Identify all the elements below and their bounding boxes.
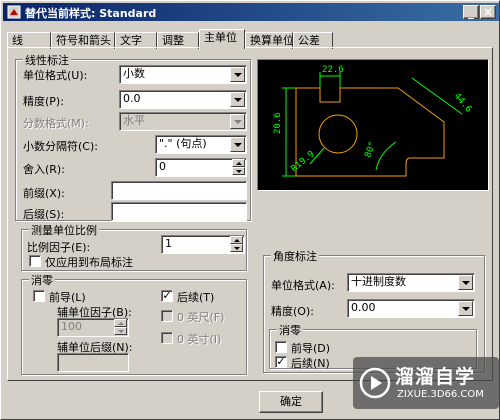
stepper-value: 100 (61, 320, 82, 333)
close-icon: × (482, 5, 494, 19)
angle-trailing-zero-label: 后续(N) (291, 357, 330, 370)
inches-zero-label: 0 英寸(I) (177, 333, 222, 346)
chevron-down-icon[interactable] (230, 137, 245, 152)
spin-up-icon (114, 319, 127, 327)
dim-right-text: 44.6 (452, 92, 474, 115)
select-value: "." (句点) (159, 137, 207, 150)
chevron-down-icon[interactable] (230, 92, 245, 107)
tab-label: 文字 (120, 34, 142, 47)
tab-label: 主单位 (204, 31, 237, 44)
spin-up-icon[interactable] (232, 159, 245, 167)
round-off-label: 舍入(R): (23, 163, 65, 176)
suffix-input[interactable] (111, 202, 247, 221)
tab-label: 换算单位 (250, 34, 294, 47)
checkmark-icon: ✓ (276, 355, 286, 368)
minimize-button[interactable]: _ (463, 5, 479, 19)
ok-button[interactable]: 确定 (259, 391, 323, 413)
dimension-preview-drawing: 22.6 20.6 44.6 80° R19.9 (273, 65, 474, 177)
window-title: 替代当前样式: Standard (25, 7, 157, 20)
button-label: 确定 (280, 395, 302, 408)
spin-down-icon (114, 327, 127, 335)
angle-trailing-zero-checkbox[interactable]: ✓ (275, 356, 287, 368)
spin-down-icon[interactable] (232, 167, 245, 175)
angle-unit-format-label: 单位格式(A): (271, 279, 335, 292)
angle-leading-zero-checkbox[interactable] (275, 341, 287, 353)
checkmark-icon: ✓ (162, 289, 172, 302)
decimal-separator-select[interactable]: "." (句点) (155, 135, 247, 154)
feet-zero-checkbox (161, 310, 173, 322)
prefix-input[interactable] (111, 181, 247, 200)
layout-only-label: 仅应用到布局标注 (45, 256, 133, 269)
select-value: 十进制度数 (351, 275, 406, 288)
spin-up-icon[interactable] (230, 236, 243, 244)
group-title: 角度标注 (271, 248, 319, 264)
scale-factor-stepper[interactable]: 1 (161, 235, 245, 254)
scale-factor-label: 比例因子(E): (27, 241, 91, 254)
select-value: 0.0 (123, 92, 141, 105)
group-title: 消零 (29, 272, 55, 288)
leading-zero-label: 前导(L) (49, 291, 86, 304)
tab-primary-units[interactable]: 主单位 (199, 29, 245, 49)
dim-angle-text: 80° (363, 140, 378, 159)
trailing-zero-checkbox[interactable]: ✓ (161, 290, 173, 302)
suffix-label: 后缀(S): (23, 208, 65, 221)
stepper-value: 1 (165, 237, 172, 250)
title-bar[interactable]: 替代当前样式: Standard _ × (3, 3, 499, 21)
tab-label: 调整 (162, 34, 184, 47)
prefix-label: 前缀(X): (23, 187, 65, 200)
feet-zero-label: 0 英尺(F) (177, 311, 225, 324)
precision-label: 精度(P): (23, 95, 64, 108)
leading-zero-checkbox[interactable] (33, 290, 45, 302)
angle-unit-format-select[interactable]: 十进制度数 (347, 273, 475, 292)
angle-leading-zero-label: 前导(D) (291, 342, 331, 355)
tab-label: 公差 (298, 34, 320, 47)
angle-precision-label: 精度(O): (271, 305, 314, 318)
dimension-style-dialog: 替代当前样式: Standard _ × 线 符号和箭头 文字 调整 主单位 换… (0, 0, 500, 420)
part-hole (318, 114, 358, 154)
chevron-down-icon[interactable] (458, 301, 473, 316)
spin-down-icon[interactable] (230, 244, 243, 252)
dimension-style-icon (7, 5, 21, 19)
watermark-name: 溜溜自学 (395, 366, 476, 388)
select-value: 0.00 (351, 301, 376, 314)
chevron-down-icon (230, 114, 245, 129)
round-off-stepper[interactable]: 0 (155, 158, 247, 177)
minimize-icon: _ (468, 5, 474, 19)
decimal-separator-label: 小数分隔符(C): (23, 140, 98, 153)
chevron-down-icon[interactable] (458, 275, 473, 290)
group-title: 线性标注 (23, 52, 71, 68)
fraction-format-select: 水平 (119, 112, 247, 131)
stepper-value: 0 (159, 160, 166, 173)
tab-label: 符号和箭头 (56, 34, 111, 47)
preview-canvas: 22.6 20.6 44.6 80° R19.9 (257, 59, 489, 191)
angle-precision-select[interactable]: 0.00 (347, 299, 475, 318)
group-title: 消零 (277, 322, 303, 338)
unit-format-select[interactable]: 小数 (119, 65, 247, 84)
watermark-overlay: 溜溜自学 ZIXUE.3D66.COM (353, 357, 499, 409)
select-value: 水平 (123, 114, 145, 127)
layout-only-checkbox[interactable] (29, 255, 41, 267)
trailing-zero-label: 后续(T) (177, 291, 215, 304)
dim-top-text: 22.6 (322, 65, 344, 75)
inches-zero-checkbox (161, 332, 173, 344)
chevron-down-icon[interactable] (230, 67, 245, 82)
sub-unit-factor-stepper: 100 (57, 318, 129, 337)
sub-unit-suffix-input (57, 353, 129, 372)
unit-format-label: 单位格式(U): (23, 69, 88, 82)
part-outline (295, 87, 445, 177)
precision-select[interactable]: 0.0 (119, 90, 247, 109)
fraction-format-label: 分数格式(M): (23, 117, 89, 130)
tab-label: 线 (12, 34, 23, 47)
group-title: 测量单位比例 (29, 222, 99, 238)
dim-left-text: 20.6 (273, 112, 283, 134)
select-value: 小数 (123, 67, 145, 80)
dimension-arc (375, 141, 397, 171)
play-logo-icon (359, 367, 391, 399)
watermark-url: ZIXUE.3D66.COM (397, 389, 484, 400)
close-button[interactable]: × (480, 5, 496, 19)
